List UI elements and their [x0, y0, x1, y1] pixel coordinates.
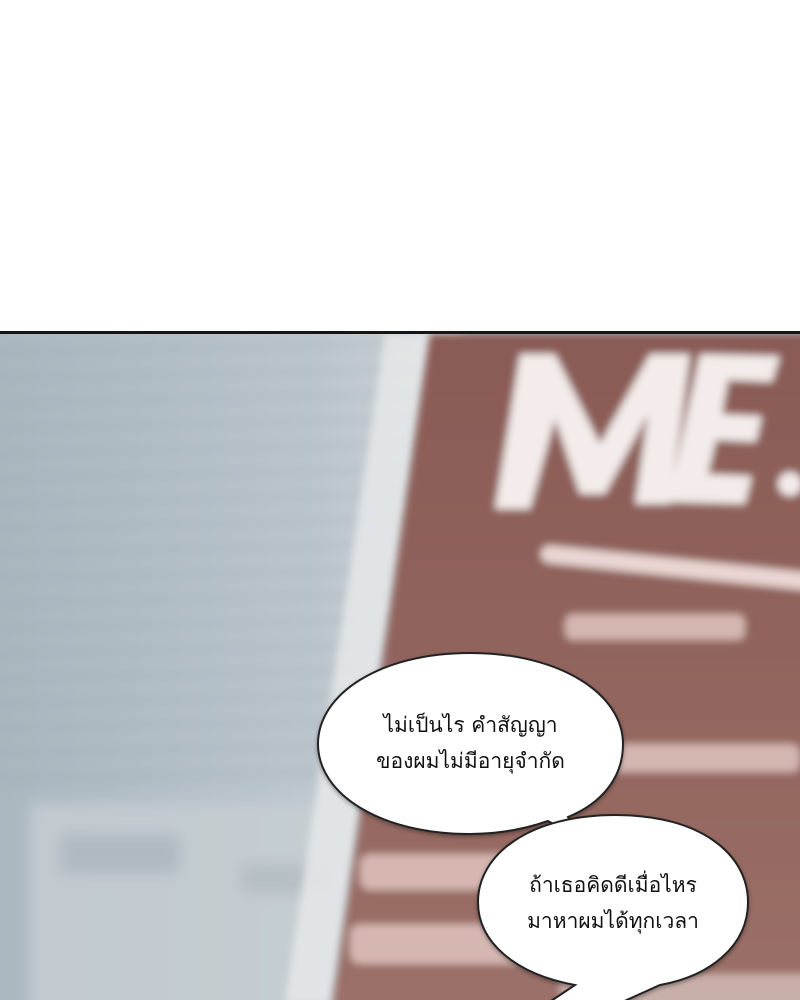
speech-bubble-1-text: ไม่เป็นไร คำสัญญา ของผมไม่มีอายุจำกัด — [318, 707, 623, 779]
bubble-2-line-1: ถ้าเธอคิดดีเมื่อไหร — [529, 873, 697, 897]
bubble-2-line-2: มาหาผมได้ทุกเวลา — [527, 909, 699, 933]
blank-gutter — [0, 0, 800, 331]
bubble-1-line-1: ไม่เป็นไร คำสัญญา — [383, 713, 558, 737]
speech-bubble-2-text: ถ้าเธอคิดดีเมื่อไหร มาหาผมได้ทุกเวลา — [478, 867, 748, 939]
comic-panel: ไม่เป็นไร คำสัญญา ของผมไม่มีอายุจำกัด ถ้… — [0, 331, 800, 1000]
bubble-1-line-2: ของผมไม่มีอายุจำกัด — [376, 749, 565, 773]
